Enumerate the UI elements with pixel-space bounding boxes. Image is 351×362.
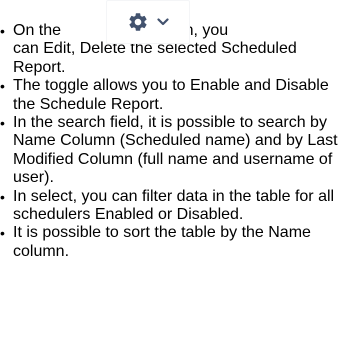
bullet-text: The toggle allows you to Enable and Disa… <box>13 77 329 113</box>
bullet-text-rest: can Edit, Delete the selected Scheduled … <box>13 40 297 76</box>
bullet-item: • It is possible to sort the table by th… <box>0 224 351 261</box>
bullet-item: • On the button, you c <box>0 0 351 77</box>
bullet-item: • The toggle allows you to Enable and Di… <box>0 77 351 114</box>
bullet-dot: • <box>0 78 5 95</box>
bullet-list: • On the button, you c <box>0 0 351 261</box>
bullet-dot: • <box>0 23 5 39</box>
document: • On the button, you c <box>0 0 351 362</box>
bullet-dot: • <box>0 188 5 205</box>
bullet-text-before: On the <box>13 21 62 39</box>
bullet-item: • In select, you can filter data in the … <box>0 188 351 225</box>
chevron-down-icon <box>157 17 169 27</box>
bullet-text: In select, you can filter data in the ta… <box>13 187 335 224</box>
bullet-text: It is possible to sort the table by the … <box>13 224 311 260</box>
gear-icon <box>127 11 149 33</box>
settings-dropdown-button[interactable] <box>106 0 190 44</box>
bullet-item: • In the search field, it is possible to… <box>0 114 351 188</box>
bullet-text: In the search field, it is possible to s… <box>13 114 338 187</box>
bullet-dot: • <box>0 225 5 242</box>
bullet-dot: • <box>0 115 5 132</box>
